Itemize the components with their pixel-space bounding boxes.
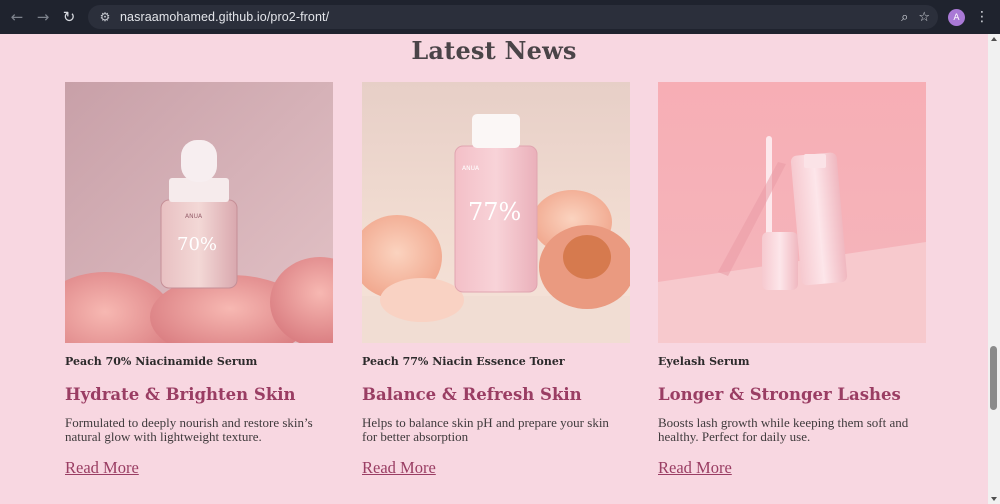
- toner-product-image: ANUA 77%: [362, 82, 630, 343]
- forward-arrow-icon[interactable]: →: [30, 4, 56, 30]
- news-card: ANUA 70% Peach 70% Niacinamide Serum Hyd…: [65, 82, 333, 478]
- read-more-link[interactable]: Read More: [362, 458, 436, 478]
- news-description: Boosts lash growth while keeping them so…: [658, 415, 909, 444]
- browser-menu-icon[interactable]: ⋮: [975, 7, 989, 27]
- back-arrow-icon[interactable]: ←: [4, 4, 30, 30]
- bottle-label-percent: 77%: [468, 198, 521, 226]
- scrollbar-thumb[interactable]: [990, 346, 997, 410]
- bottle-label-brand: ANUA: [185, 213, 203, 220]
- zoom-icon[interactable]: ⌕: [901, 10, 908, 25]
- serum-product-image: ANUA 70%: [65, 82, 333, 343]
- browser-toolbar: ← → ↻ ⚙ nasraamohamed.github.io/pro2-fro…: [0, 0, 1000, 34]
- news-headline: Longer & Stronger Lashes: [658, 385, 901, 404]
- omnibox-actions: ⌕ ☆: [901, 5, 930, 29]
- section-title: Latest News: [411, 36, 577, 65]
- news-description: Helps to balance skin pH and prepare you…: [362, 415, 609, 444]
- serum-bottle-illustration: ANUA 70%: [65, 82, 333, 343]
- address-bar[interactable]: ⚙ nasraamohamed.github.io/pro2-front/ ⌕ …: [88, 5, 938, 29]
- read-more-link[interactable]: Read More: [65, 458, 139, 478]
- eyelash-serum-image: [658, 82, 926, 343]
- scroll-up-arrow-icon[interactable]: [991, 37, 997, 41]
- product-name: Peach 70% Niacinamide Serum: [65, 355, 258, 368]
- vertical-scrollbar[interactable]: [988, 34, 1000, 504]
- bottle-label-percent: 70%: [177, 234, 217, 255]
- url-text[interactable]: nasraamohamed.github.io/pro2-front/: [120, 10, 329, 24]
- scroll-down-arrow-icon[interactable]: [991, 497, 997, 501]
- bottle-label-brand: ANUA: [462, 165, 480, 172]
- eyelash-serum-illustration: [658, 82, 926, 343]
- news-description: Formulated to deeply nourish and restore…: [65, 415, 313, 444]
- news-card: ANUA 77% Peach 77% Niacin Essence Toner …: [362, 82, 630, 478]
- bookmark-star-icon[interactable]: ☆: [918, 10, 930, 25]
- news-headline: Hydrate & Brighten Skin: [65, 385, 296, 404]
- reload-icon[interactable]: ↻: [56, 4, 82, 30]
- page-content: Latest News ANUA 70% Peach 70% Niacinami…: [0, 34, 988, 504]
- news-headline: Balance & Refresh Skin: [362, 385, 582, 404]
- product-name: Peach 77% Niacin Essence Toner: [362, 355, 565, 368]
- site-info-icon[interactable]: ⚙: [94, 10, 116, 24]
- news-card: Eyelash Serum Longer & Stronger Lashes B…: [658, 82, 926, 478]
- profile-initial: A: [953, 12, 960, 23]
- product-name: Eyelash Serum: [658, 355, 750, 368]
- profile-avatar[interactable]: A: [948, 9, 965, 26]
- read-more-link[interactable]: Read More: [658, 458, 732, 478]
- toner-bottle-illustration: ANUA 77%: [362, 82, 630, 343]
